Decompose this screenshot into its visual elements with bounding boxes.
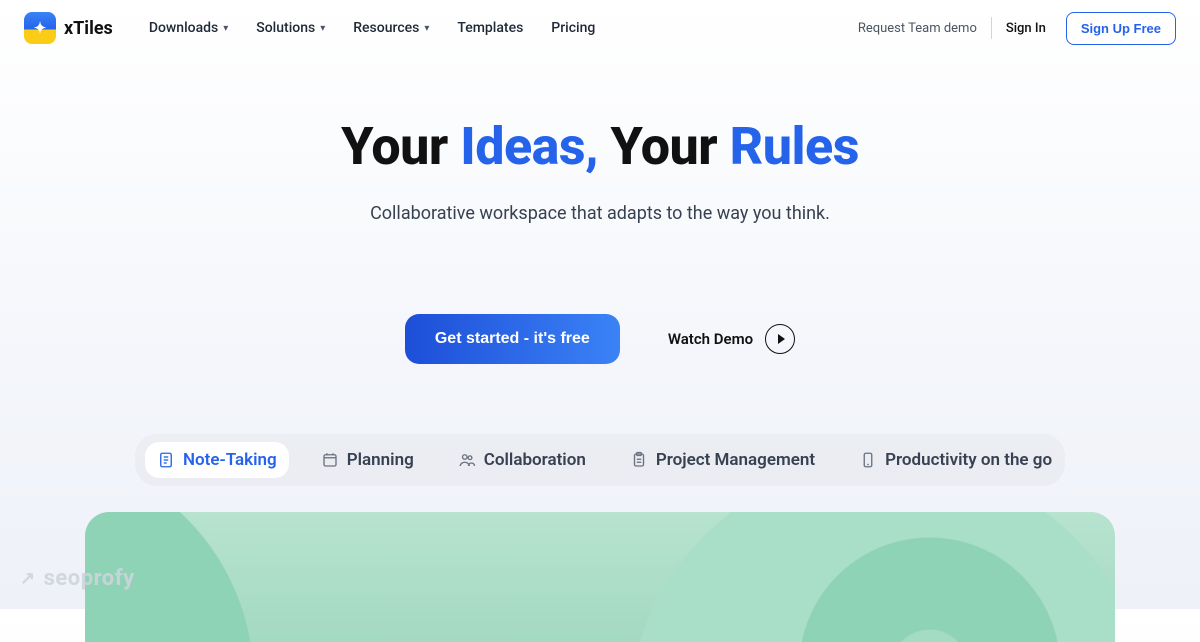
chevron-down-icon: ▾ [320, 23, 325, 34]
cta-row: Get started - it's free Watch Demo [0, 314, 1200, 364]
nav-pricing[interactable]: Pricing [551, 20, 595, 36]
brand-logo[interactable]: ✦ xTiles [24, 12, 113, 44]
tab-note-taking[interactable]: Note-Taking [145, 442, 289, 478]
nav-item-label: Resources [353, 20, 419, 36]
tab-label: Planning [347, 450, 414, 470]
hero-title-part: Your [610, 116, 729, 177]
people-icon [458, 451, 476, 469]
nav-templates[interactable]: Templates [457, 20, 523, 36]
tab-label: Project Management [656, 450, 815, 470]
hero-subtitle: Collaborative workspace that adapts to t… [0, 203, 1200, 224]
nav-item-label: Solutions [256, 20, 315, 36]
tab-productivity-mobile[interactable]: Productivity on the go [847, 442, 1064, 478]
hero-title: Your Ideas, Your Rules [0, 116, 1200, 177]
get-started-button[interactable]: Get started - it's free [405, 314, 620, 364]
feature-preview-image [85, 512, 1115, 642]
play-icon [765, 324, 795, 354]
tab-planning[interactable]: Planning [309, 442, 426, 478]
sign-up-button[interactable]: Sign Up Free [1066, 12, 1176, 45]
nav-solutions[interactable]: Solutions ▾ [256, 20, 325, 36]
tab-label: Collaboration [484, 450, 586, 470]
header-right: Request Team demo Sign In Sign Up Free [844, 12, 1176, 45]
calendar-icon [321, 451, 339, 469]
nav-item-label: Pricing [551, 20, 595, 36]
primary-nav: Downloads ▾ Solutions ▾ Resources ▾ Temp… [149, 20, 596, 36]
top-header: ✦ xTiles Downloads ▾ Solutions ▾ Resourc… [0, 0, 1200, 56]
watch-demo-button[interactable]: Watch Demo [668, 324, 795, 354]
hero-title-accent: Rules [730, 116, 859, 177]
chevron-down-icon: ▾ [223, 23, 228, 34]
tab-collaboration[interactable]: Collaboration [446, 442, 598, 478]
doc-icon [157, 451, 175, 469]
watch-demo-label: Watch Demo [668, 330, 753, 348]
request-demo-link[interactable]: Request Team demo [844, 21, 991, 36]
brand-name: xTiles [64, 18, 113, 39]
hero-title-accent: Ideas, [460, 116, 598, 177]
chevron-down-icon: ▾ [424, 23, 429, 34]
bolt-icon: ✦ [34, 19, 47, 37]
tab-project-management[interactable]: Project Management [618, 442, 827, 478]
tab-label: Productivity on the go [885, 450, 1052, 470]
arrow-icon: ↗ [20, 568, 36, 589]
clipboard-icon [630, 451, 648, 469]
nav-item-label: Downloads [149, 20, 218, 36]
feature-tabs: Note-Taking Planning Collaboration Proje… [135, 434, 1065, 486]
watermark-text: seoprofy [44, 566, 135, 591]
logo-mark-icon: ✦ [24, 12, 56, 44]
hero-title-part: Your [341, 116, 460, 177]
sign-in-link[interactable]: Sign In [992, 21, 1060, 36]
phone-icon [859, 451, 877, 469]
nav-downloads[interactable]: Downloads ▾ [149, 20, 228, 36]
tab-label: Note-Taking [183, 450, 277, 470]
hero-section: Your Ideas, Your Rules Collaborative wor… [0, 116, 1200, 364]
seoprofy-watermark: ↗ seoprofy [20, 566, 135, 591]
nav-item-label: Templates [457, 20, 523, 36]
nav-resources[interactable]: Resources ▾ [353, 20, 429, 36]
